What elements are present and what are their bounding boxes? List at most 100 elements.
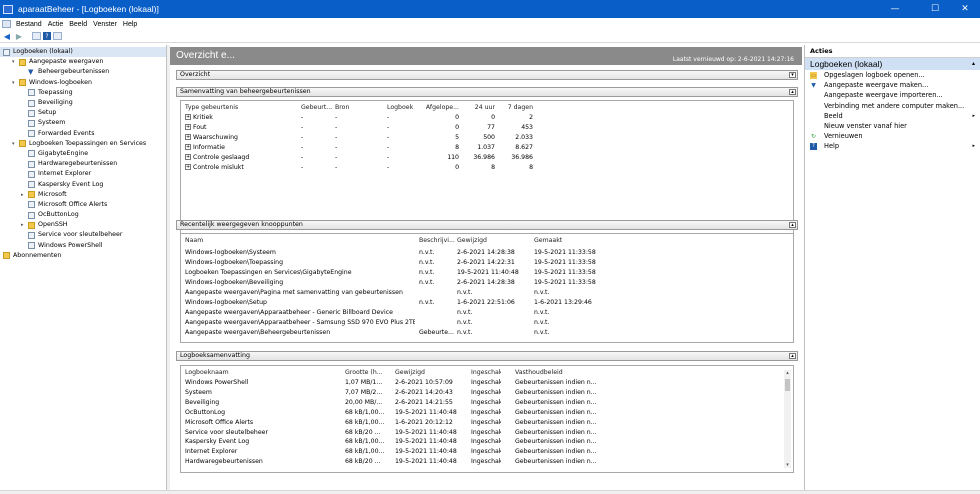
expand-plus-icon[interactable]: + <box>185 154 191 160</box>
tree-item[interactable]: Systeem <box>0 118 166 128</box>
maximize-button[interactable]: ☐ <box>918 0 952 18</box>
logsummary-scrollbar[interactable]: ▴ ▾ <box>784 370 791 468</box>
logsummary-section-header[interactable]: Logboeksamenvatting ▴ <box>176 351 798 361</box>
table-cell: Aangepaste weergaven\Apparaatbeheer - Sa… <box>185 319 415 326</box>
tree-item[interactable]: Setup <box>0 108 166 118</box>
column-header[interactable]: Type gebeurtenis <box>185 103 295 113</box>
back-arrow-icon[interactable]: ◀ <box>2 32 12 41</box>
overview-section-header[interactable]: Overzicht ▾ <box>176 70 798 80</box>
expand-plus-icon[interactable]: + <box>185 114 191 120</box>
menu-help[interactable]: Help <box>123 21 137 28</box>
column-header[interactable]: Beschrijvi... <box>419 236 457 246</box>
tree-item[interactable]: ▾ Aangepaste weergaven <box>0 57 166 67</box>
action-nieuw-venster-vanaf-hier[interactable]: Nieuw venster vanaf hier <box>805 121 980 131</box>
tree-item[interactable]: Windows PowerShell <box>0 241 166 251</box>
tree-item[interactable]: ▾ Windows-logboeken <box>0 78 166 88</box>
scroll-thumb[interactable] <box>785 379 790 391</box>
tree-item[interactable]: Internet Explorer <box>0 169 166 179</box>
tree-item[interactable]: Service voor sleutelbeheer <box>0 230 166 240</box>
table-cell: Aangepaste weergaven\Pagina met samenvat… <box>185 289 403 296</box>
action-verbinding-met-andere-computer-maken[interactable]: Verbinding met andere computer maken... <box>805 101 980 111</box>
menu-bestand[interactable]: Bestand <box>16 21 42 28</box>
tree-item[interactable]: Microsoft Office Alerts <box>0 200 166 210</box>
collapse-arrow-icon[interactable]: ▴ <box>972 58 975 70</box>
tree-item[interactable]: ▸ Microsoft <box>0 190 166 200</box>
expand-plus-icon[interactable]: + <box>185 124 191 130</box>
column-header[interactable]: Grootte (h... <box>345 368 395 378</box>
tree-item[interactable]: Forwarded Events <box>0 129 166 139</box>
collapsed-chevron-icon[interactable]: ▸ <box>21 220 28 230</box>
expand-icon[interactable]: ▾ <box>789 72 796 78</box>
table-cell: Ingeschak... <box>471 458 501 466</box>
summary-section-header[interactable]: Samenvatting van beheergebeurtenissen ▴ <box>176 87 798 97</box>
table-cell: - <box>387 154 390 161</box>
table-cell: 0 <box>455 124 459 131</box>
expand-plus-icon[interactable]: + <box>185 134 191 140</box>
log-icon <box>28 170 35 178</box>
column-header[interactable]: Gemaakt <box>534 236 614 246</box>
tree-item[interactable]: ▾ Logboeken Toepassingen en Services <box>0 139 166 149</box>
column-header[interactable]: Logboek <box>387 103 427 113</box>
menu-actie[interactable]: Actie <box>48 21 64 28</box>
action-opgeslagen-logboek-openen[interactable]: ▭ Opgeslagen logboek openen... <box>805 70 980 80</box>
column-header[interactable]: Afgelope... <box>425 103 459 113</box>
scroll-down-icon[interactable]: ▾ <box>784 462 791 468</box>
scroll-up-icon[interactable]: ▴ <box>784 370 791 376</box>
column-header[interactable]: Gewijzigd <box>395 368 471 378</box>
menu-beeld[interactable]: Beeld <box>69 21 87 28</box>
title-bar: aparaatBeheer - [Logboeken (lokaal)] — ☐… <box>0 0 980 18</box>
forward-arrow-icon[interactable]: ▶ <box>14 32 24 41</box>
tree-item[interactable]: Beveiliging <box>0 98 166 108</box>
table-cell: n.v.t. <box>457 329 473 336</box>
show-hide-tree-icon[interactable] <box>32 32 41 40</box>
table-cell-text: Waarschuwing <box>193 134 238 141</box>
tree-item[interactable]: GigabyteEngine <box>0 149 166 159</box>
tree-item[interactable]: Hardwaregebeurtenissen <box>0 159 166 169</box>
tree-item[interactable]: ▼ Beheergebeurtenissen <box>0 67 166 77</box>
tree-item[interactable]: Kaspersky Event Log <box>0 179 166 189</box>
column-header[interactable]: Bron <box>335 103 383 113</box>
column-header[interactable]: Gewijzigd <box>457 236 533 246</box>
menu-venster[interactable]: Venster <box>93 21 117 28</box>
collapsed-chevron-icon[interactable]: ▸ <box>21 190 28 200</box>
expand-plus-icon[interactable]: + <box>185 164 191 170</box>
help-book-icon[interactable]: ? <box>43 32 51 40</box>
expanded-chevron-icon[interactable]: ▾ <box>12 57 19 67</box>
action-beeld[interactable]: Beeld ▸ <box>805 111 980 121</box>
column-header[interactable]: Ingeschak... <box>471 368 501 378</box>
tree-item[interactable]: Logboeken (lokaal) <box>0 47 166 58</box>
expanded-chevron-icon[interactable]: ▾ <box>12 78 19 88</box>
close-button[interactable]: ✕ <box>948 0 980 18</box>
tree-item[interactable]: Toepassing <box>0 88 166 98</box>
column-header[interactable]: Naam <box>185 236 415 246</box>
recent-section-header[interactable]: Recentelijk weergegeven knooppunten ▴ <box>176 220 798 230</box>
minimize-button[interactable]: — <box>878 0 912 18</box>
column-header[interactable]: Vasthoudbeleid <box>515 368 605 378</box>
expand-plus-icon[interactable]: + <box>185 144 191 150</box>
column-header[interactable]: 7 dagen <box>501 103 533 113</box>
tree-item-label: OpenSSH <box>38 221 68 229</box>
system-menu-icon[interactable] <box>2 20 11 28</box>
tree-item[interactable]: OcButtonLog <box>0 210 166 220</box>
table-cell: 2-6-2021 10:57:09 <box>395 379 453 386</box>
action-aangepaste-weergave-maken[interactable]: ▼ Aangepaste weergave maken... <box>805 80 980 90</box>
action-help[interactable]: ? Help ▸ <box>805 141 980 151</box>
folder-open-icon: ▭ <box>810 72 817 79</box>
recent-title: Recentelijk weergegeven knooppunten <box>180 221 303 228</box>
column-header[interactable]: 24 uur <box>465 103 495 113</box>
collapse-icon[interactable]: ▴ <box>789 89 796 95</box>
collapse-icon[interactable]: ▴ <box>789 222 796 228</box>
actions-section-header[interactable]: Logboeken (lokaal) ▴ <box>805 58 980 70</box>
expanded-chevron-icon[interactable]: ▾ <box>12 139 19 149</box>
action-vernieuwen[interactable]: ↻ Vernieuwen <box>805 131 980 141</box>
collapse-icon[interactable]: ▴ <box>789 353 796 359</box>
table-cell: 0 <box>455 164 459 171</box>
tree-item[interactable]: ▸ OpenSSH <box>0 220 166 230</box>
table-cell: - <box>301 134 304 141</box>
column-header[interactable]: Logboeknaam <box>185 368 325 378</box>
show-hide-actions-icon[interactable] <box>53 32 62 40</box>
tree-item[interactable]: Abonnementen <box>0 251 166 261</box>
table-cell: Kaspersky Event Log <box>185 438 250 446</box>
column-header[interactable]: Gebeurt... <box>301 103 333 113</box>
action-aangepaste-weergave-importeren[interactable]: Aangepaste weergave importeren... <box>805 90 980 100</box>
